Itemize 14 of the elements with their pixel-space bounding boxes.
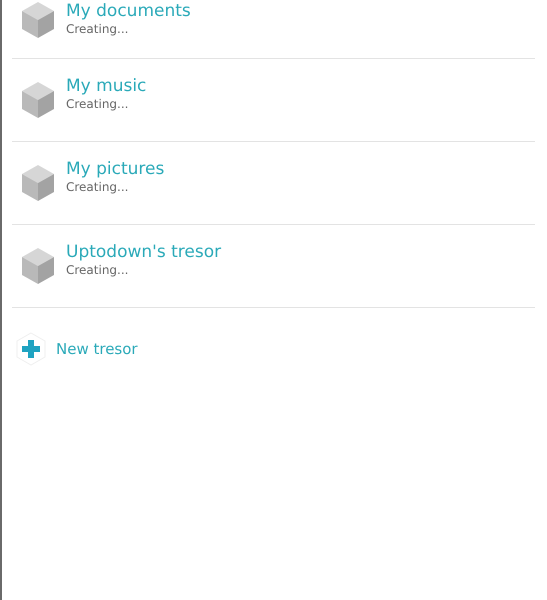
box-icon (20, 246, 56, 286)
tresor-status: Creating... (66, 96, 130, 112)
tresor-name[interactable]: My documents (66, 0, 191, 22)
box-icon (20, 0, 56, 40)
tresor-name[interactable]: My pictures (66, 158, 164, 180)
tresor-status: Creating... (66, 180, 130, 194)
tresor-name[interactable]: Uptodown's tresor (66, 240, 222, 262)
plus-icon (14, 332, 48, 366)
box-icon (20, 163, 56, 203)
tresor-name[interactable]: My music (66, 74, 146, 96)
box-icon (20, 80, 56, 120)
tresor-status: Creating... (66, 262, 130, 278)
tresor-status: Creating... (66, 22, 130, 37)
new-tresor-button[interactable]: New tresor (56, 340, 138, 358)
